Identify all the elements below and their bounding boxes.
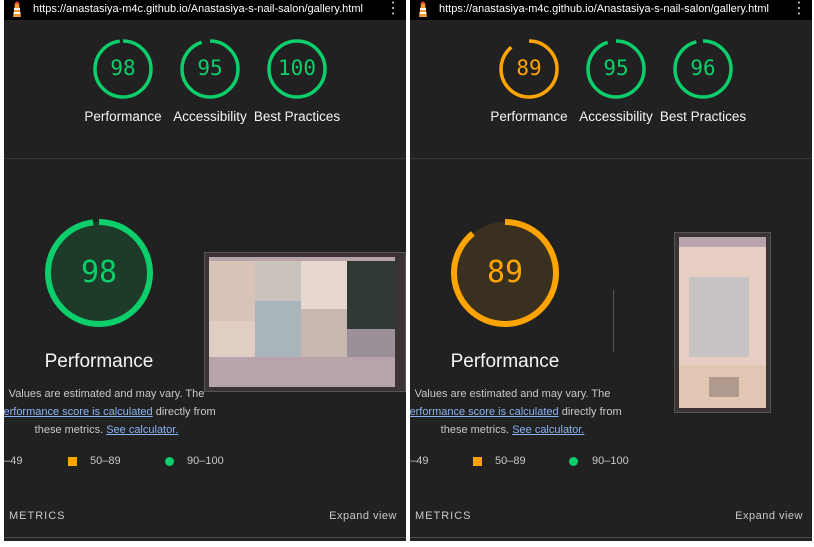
bottom-strip [0, 541, 814, 547]
performance-description: Values are estimated and may vary. The p… [4, 385, 219, 439]
final-screenshot[interactable] [674, 232, 771, 413]
desc-text: directly from [152, 406, 216, 418]
divider [410, 158, 812, 159]
see-calculator-link[interactable]: See calculator. [106, 424, 178, 436]
legend-average-label: 50–89 [495, 455, 526, 467]
legend-fail-label: 0–49 [4, 455, 23, 467]
desc-text: these metrics. [34, 424, 104, 436]
legend-average-icon [473, 457, 482, 466]
performance-main-gauge: 98 [44, 218, 154, 328]
gauge-score: 89 [516, 56, 542, 80]
desc-text: directly from [558, 406, 622, 418]
divider [613, 290, 614, 352]
report-url[interactable]: https://anastasiya-m4c.github.io/Anastas… [439, 3, 769, 15]
gauge-performance[interactable]: 98 [92, 38, 154, 100]
url-bar: https://anastasiya-m4c.github.io/Anastas… [4, 0, 406, 20]
gauge-score: 95 [197, 56, 223, 80]
legend-average-label: 50–89 [90, 455, 121, 467]
final-screenshot[interactable] [204, 252, 406, 392]
gauge-score: 98 [110, 56, 136, 80]
legend-pass-label: 90–100 [592, 455, 629, 467]
divider [4, 158, 406, 159]
gauge-score: 95 [603, 56, 629, 80]
divider [410, 537, 812, 538]
metrics-heading: METRICS [415, 510, 472, 522]
gauge-label: Accessibility [173, 109, 247, 124]
lighthouse-icon [13, 1, 21, 17]
legend-average-icon [68, 457, 77, 466]
gauge-label: Best Practices [659, 109, 747, 124]
divider [4, 537, 406, 538]
expand-view-button[interactable]: Expand view [329, 510, 397, 522]
lighthouse-report-mobile-left: https://anastasiya-m4c.github.io/Anastas… [4, 0, 406, 547]
gauge-score: 100 [278, 56, 316, 80]
performance-score: 89 [486, 255, 524, 290]
gauge-best-practices[interactable]: 96 [672, 38, 734, 100]
gauge-score: 96 [690, 56, 716, 80]
gauge-accessibility[interactable]: 95 [179, 38, 241, 100]
desc-text: these metrics. [440, 424, 510, 436]
legend-fail-label: 0–49 [410, 455, 429, 467]
gauge-best-practices[interactable]: 100 [266, 38, 328, 100]
more-options-icon[interactable]: ⋮ [385, 1, 401, 17]
legend-pass-label: 90–100 [187, 455, 224, 467]
performance-main-gauge: 89 [450, 218, 560, 328]
report-url[interactable]: https://anastasiya-m4c.github.io/Anastas… [33, 3, 363, 15]
gauge-label: Best Practices [253, 109, 341, 124]
see-calculator-link[interactable]: See calculator. [512, 424, 584, 436]
performance-description: Values are estimated and may vary. The p… [410, 385, 625, 439]
lighthouse-icon [419, 1, 427, 17]
gauge-performance[interactable]: 89 [498, 38, 560, 100]
url-bar: https://anastasiya-m4c.github.io/Anastas… [410, 0, 812, 20]
gauge-label: Performance [84, 109, 162, 124]
performance-score-link[interactable]: performance score is calculated [410, 406, 559, 418]
lighthouse-report-mobile-right: https://anastasiya-m4c.github.io/Anastas… [410, 0, 812, 547]
performance-score: 98 [80, 255, 118, 290]
expand-view-button[interactable]: Expand view [735, 510, 803, 522]
gallery-thumbnail-image [209, 257, 395, 387]
performance-title: Performance [44, 351, 154, 372]
desc-text: Values are estimated and may vary. The [8, 388, 205, 400]
more-options-icon[interactable]: ⋮ [791, 1, 807, 17]
gauge-label: Accessibility [579, 109, 653, 124]
gauge-label: Performance [490, 109, 568, 124]
legend-pass-icon [165, 457, 174, 466]
desc-text: Values are estimated and may vary. The [414, 388, 611, 400]
metrics-heading: METRICS [9, 510, 66, 522]
performance-score-link[interactable]: performance score is calculated [4, 406, 153, 418]
legend-pass-icon [569, 457, 578, 466]
gallery-thumbnail-image [679, 237, 766, 408]
gauge-accessibility[interactable]: 95 [585, 38, 647, 100]
performance-title: Performance [450, 351, 560, 372]
